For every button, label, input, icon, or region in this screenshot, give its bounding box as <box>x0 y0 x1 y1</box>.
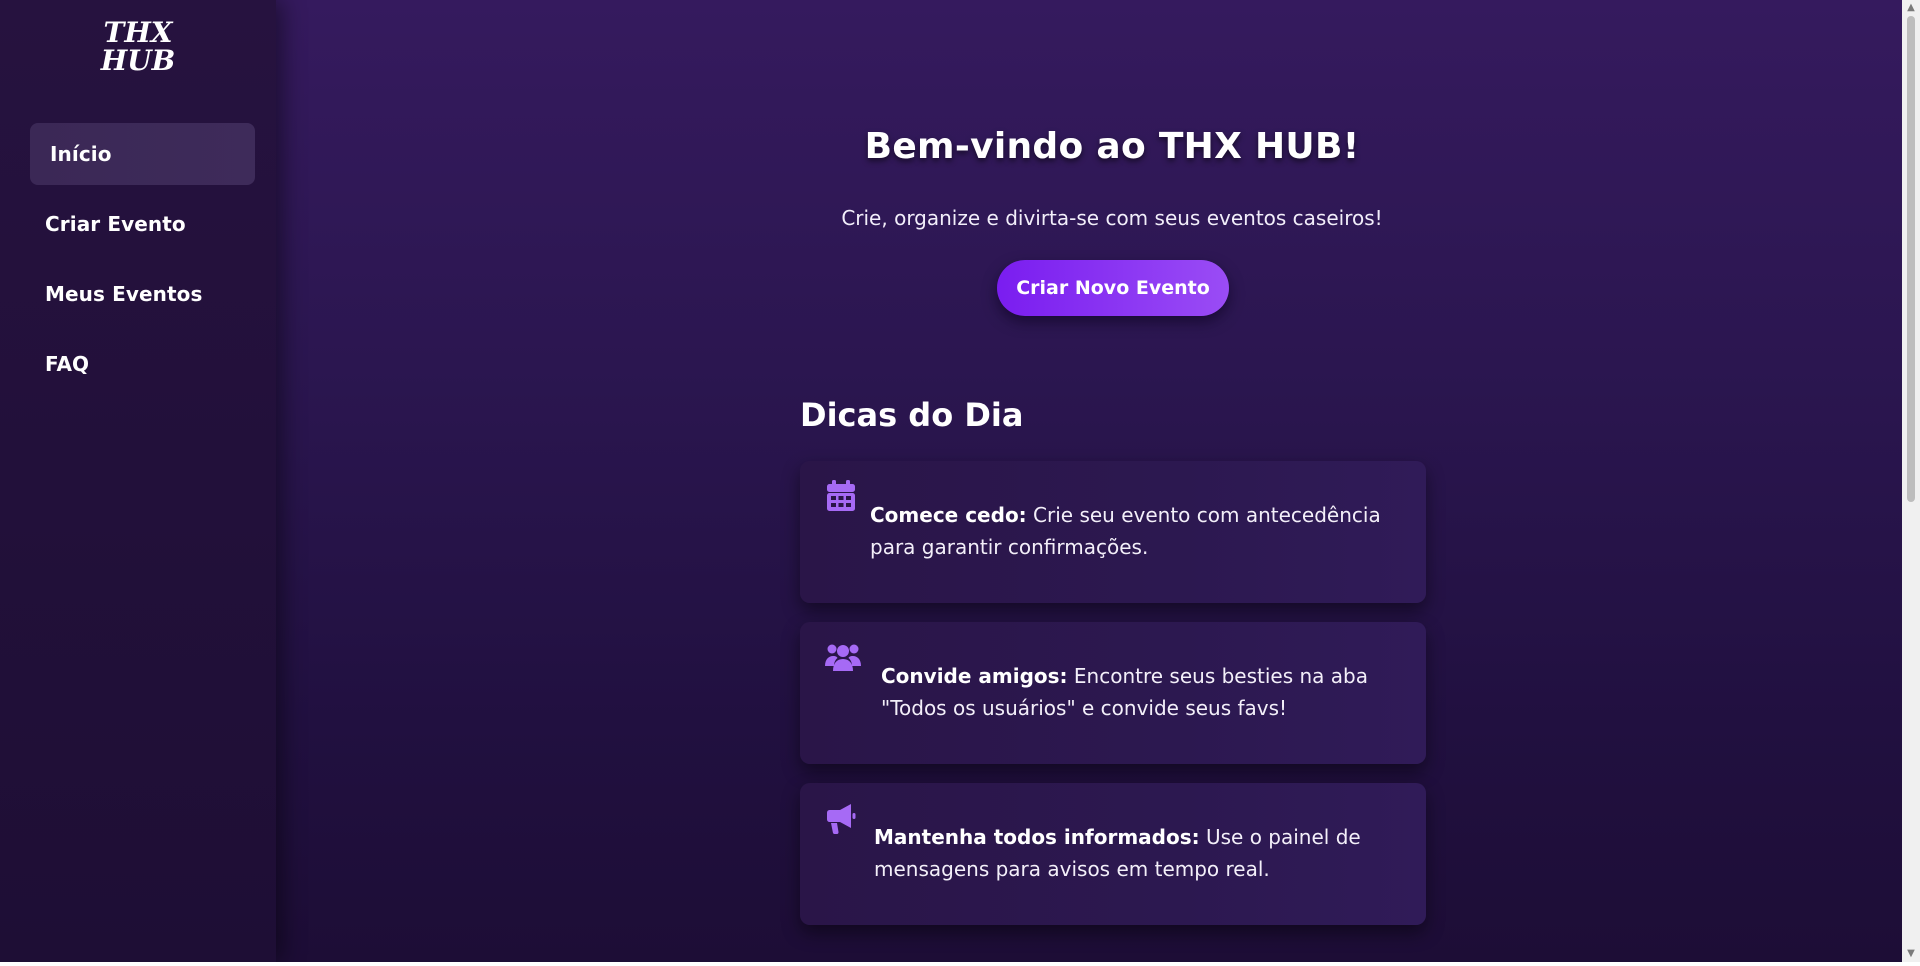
tip-heading: Mantenha todos informados: <box>874 825 1200 849</box>
users-icon <box>825 644 861 671</box>
app-window: THX HUB Início Criar Evento Meus Eventos… <box>0 0 1902 962</box>
tip-line1: Crie seu evento com antecedência <box>1026 503 1381 527</box>
megaphone-icon <box>827 804 856 834</box>
sidebar-item-faq[interactable]: FAQ <box>30 333 255 395</box>
scroll-up-arrow-icon[interactable]: ▲ <box>1906 3 1916 13</box>
tip-text: Mantenha todos informados: Use o painel … <box>874 821 1396 885</box>
tip-line2: mensagens para avisos em tempo real. <box>874 857 1270 881</box>
tip-line1: Use o painel de <box>1199 825 1361 849</box>
page-title: Bem-vindo ao THX HUB! <box>864 126 1360 167</box>
main-content: Bem-vindo ao THX HUB! Crie, organize e d… <box>276 0 1902 962</box>
tip-card: Convide amigos: Encontre seus besties na… <box>800 622 1426 764</box>
thx-hub-logo[interactable]: THX HUB <box>96 14 180 76</box>
tip-text: Convide amigos: Encontre seus besties na… <box>881 660 1396 724</box>
sidebar-item-meus-eventos[interactable]: Meus Eventos <box>30 263 255 325</box>
tip-card: Mantenha todos informados: Use o painel … <box>800 783 1426 925</box>
scroll-thumb[interactable] <box>1907 16 1915 502</box>
page-subtitle: Crie, organize e divirta-se com seus eve… <box>841 206 1383 230</box>
sidebar-item-label: FAQ <box>45 352 90 376</box>
tip-heading: Convide amigos: <box>881 664 1068 688</box>
svg-text:HUB: HUB <box>100 44 176 76</box>
sidebar-item-criar-evento[interactable]: Criar Evento <box>30 193 255 255</box>
create-event-button[interactable]: Criar Novo Evento <box>997 260 1229 316</box>
window-bottom-edge <box>0 962 1920 966</box>
tip-line2: "Todos os usuários" e convide seus favs! <box>881 696 1288 720</box>
sidebar-nav: Início Criar Evento Meus Eventos FAQ <box>30 123 255 403</box>
tip-heading: Comece cedo: <box>870 503 1027 527</box>
tip-line1: Encontre seus besties na aba <box>1067 664 1368 688</box>
sidebar-item-label: Meus Eventos <box>45 282 203 306</box>
sidebar-item-label: Criar Evento <box>45 212 186 236</box>
scroll-down-arrow-icon[interactable]: ▼ <box>1906 949 1916 959</box>
tip-card: Comece cedo: Crie seu evento com anteced… <box>800 461 1426 603</box>
sidebar-item-inicio[interactable]: Início <box>30 123 255 185</box>
vertical-scrollbar[interactable]: ▲ ▼ <box>1902 0 1920 962</box>
calendar-icon <box>827 480 855 511</box>
tip-text: Comece cedo: Crie seu evento com anteced… <box>870 499 1396 563</box>
tips-title: Dicas do Dia <box>800 396 1024 434</box>
sidebar-item-label: Início <box>50 142 112 166</box>
tip-line2: para garantir confirmações. <box>870 535 1149 559</box>
sidebar: THX HUB Início Criar Evento Meus Eventos… <box>0 0 276 962</box>
